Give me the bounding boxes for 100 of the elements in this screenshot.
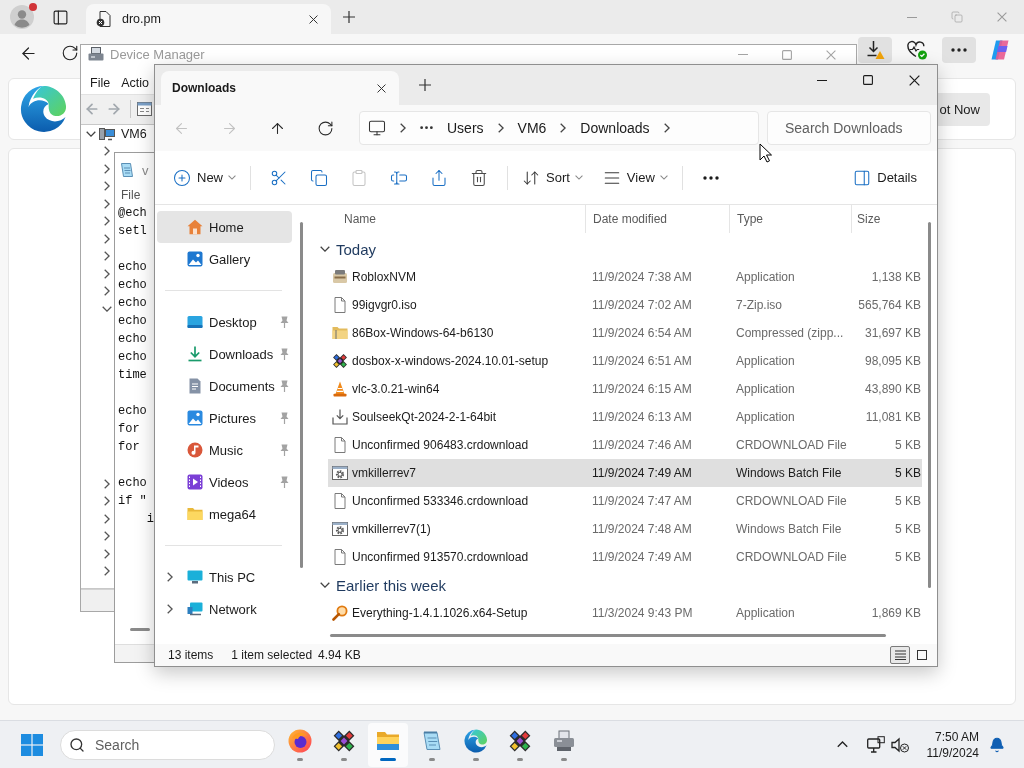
monitor-network-icon[interactable]: [866, 736, 885, 753]
music-note-icon: [187, 442, 203, 458]
breadcrumb-item[interactable]: Downloads: [580, 120, 650, 136]
chevron-right-icon[interactable]: [104, 566, 110, 577]
nav-item[interactable]: Pictures: [157, 402, 292, 434]
chevron-right-icon[interactable]: [104, 286, 110, 297]
column-header[interactable]: Type: [729, 205, 851, 233]
browser-tab[interactable]: dro.pm: [86, 4, 331, 34]
restore-icon: [950, 11, 963, 23]
chevron-right-icon[interactable]: [167, 572, 173, 582]
clock-time[interactable]: 7:50 AM: [934, 728, 979, 745]
printer-icon: [552, 728, 576, 753]
more-locations-button[interactable]: [420, 126, 433, 130]
column-header[interactable]: Size: [851, 205, 922, 233]
nav-item[interactable]: Network: [157, 593, 292, 625]
avatar-icon[interactable]: [10, 5, 34, 29]
clock-date[interactable]: 11/9/2024: [926, 744, 979, 761]
column-header[interactable]: Name: [328, 205, 585, 233]
chevron-right-icon[interactable]: [104, 163, 110, 174]
file-row[interactable]: vmkillerrev7 11/9/2024 7:49 AM Windows Batch File 5 KB: [328, 459, 922, 487]
file-row[interactable]: vlc-3.0.21-win64 11/9/2024 6:15 AM Application 43,890 KB: [328, 375, 922, 403]
menu-item[interactable]: Actio: [121, 76, 149, 90]
chevron-right-icon[interactable]: [663, 123, 670, 133]
window-grid-icon[interactable]: [137, 101, 152, 116]
chevron-right-icon[interactable]: [104, 531, 110, 542]
address-bar[interactable]: Users VM6 Downloads: [359, 111, 759, 145]
square-icon: [917, 650, 927, 660]
new-button[interactable]: New: [167, 160, 242, 195]
group-header[interactable]: Today: [307, 235, 377, 263]
chevron-right-icon[interactable]: [104, 513, 110, 524]
search-field[interactable]: Search Downloads: [767, 111, 931, 145]
scrollbar[interactable]: [130, 627, 150, 631]
file-row[interactable]: dosbox-x-windows-2024.10.01-setup 11/9/2024 6:51 AM Application 98,095 KB: [328, 347, 922, 375]
breadcrumb-item[interactable]: VM6: [517, 120, 547, 136]
nav-item[interactable]: Videos: [157, 466, 292, 498]
code-line: echo: [118, 295, 147, 312]
magnifier-icon: [332, 605, 348, 621]
menu-item[interactable]: File: [121, 188, 141, 202]
downloads-button[interactable]: [858, 37, 892, 63]
chevron-right-icon[interactable]: [104, 216, 110, 227]
file-size: 98,095 KB: [864, 354, 922, 368]
taskbar-app-button[interactable]: [368, 722, 408, 767]
menu-button[interactable]: [942, 37, 976, 63]
chevron-right-icon[interactable]: [104, 496, 110, 507]
promo-button[interactable]: ot Now: [938, 92, 990, 126]
file-size: 1,138 KB: [871, 270, 922, 284]
nav-item[interactable]: Downloads: [157, 338, 292, 370]
scrollbar[interactable]: [928, 222, 931, 588]
chevron-down-icon[interactable]: [102, 305, 112, 312]
chevron-right-icon[interactable]: [167, 604, 173, 614]
file-size: 31,697 KB: [864, 326, 922, 340]
chevron-right-icon[interactable]: [104, 181, 110, 192]
menu-item[interactable]: File: [90, 76, 111, 90]
file-row[interactable]: Everything-1.4.1.1026.x64-Setup 11/3/2024 9:43 PM Application 1,869 KB: [328, 599, 922, 627]
file-row[interactable]: Unconfirmed 533346.crdownload 11/9/2024 7:47 AM CRDOWNLOAD File 5 KB: [328, 487, 922, 515]
nav-item[interactable]: Home: [157, 211, 292, 243]
file-row[interactable]: Unconfirmed 913570.crdownload 11/9/2024 7:49 AM CRDOWNLOAD File 5 KB: [328, 543, 922, 571]
nav-item[interactable]: Gallery: [157, 243, 292, 275]
nav-item[interactable]: Documents: [157, 370, 292, 402]
group-header[interactable]: Earlier this week: [307, 571, 447, 599]
plus-circle-icon: [173, 168, 191, 187]
file-row[interactable]: 86Box-Windows-64-b6130 11/9/2024 6:54 AM Compressed (zipp... 31,697 KB: [328, 319, 922, 347]
view-button[interactable]: View: [596, 160, 674, 195]
column-header[interactable]: Date modified: [585, 205, 729, 233]
chevron-right-icon[interactable]: [104, 251, 110, 262]
file-row[interactable]: RobloxNVM 11/9/2024 7:38 AM Application 1,138 KB: [328, 263, 922, 291]
chevron-down-icon[interactable]: [86, 130, 96, 137]
details-button[interactable]: Details: [847, 160, 923, 195]
heart-pulse-icon: [907, 40, 927, 60]
nav-item[interactable]: Desktop: [157, 306, 292, 338]
file-size: 11,081 KB: [865, 410, 922, 424]
close-icon: [996, 12, 1007, 22]
breadcrumb-item[interactable]: Users: [447, 120, 484, 136]
file-row[interactable]: vmkillerrev7(1) 11/9/2024 7:48 AM Windows Batch File 5 KB: [328, 515, 922, 543]
chevron-right-icon[interactable]: [104, 268, 110, 279]
chevron-right-icon[interactable]: [104, 233, 110, 244]
chevron-right-icon[interactable]: [560, 123, 567, 133]
home-icon: [187, 219, 203, 235]
chevron-right-icon[interactable]: [400, 123, 406, 133]
details-view-button[interactable]: [890, 646, 910, 664]
chevron-right-icon[interactable]: [497, 123, 504, 133]
tree-item[interactable]: VM6: [121, 126, 147, 141]
speaker-muted-icon[interactable]: [890, 736, 909, 753]
file-row[interactable]: SoulseekQt-2024-2-1-64bit 11/9/2024 6:13 AM Application 11,081 KB: [328, 403, 922, 431]
file-row[interactable]: 99igvgr0.iso 11/9/2024 7:02 AM 7-Zip.iso 565,764 KB: [328, 291, 922, 319]
scrollbar[interactable]: [300, 222, 303, 568]
nav-item[interactable]: This PC: [157, 561, 292, 593]
chevron-right-icon[interactable]: [104, 548, 110, 559]
chevron-right-icon[interactable]: [104, 478, 110, 489]
search-field[interactable]: Search: [60, 729, 275, 760]
explorer-tab[interactable]: Downloads: [161, 71, 399, 105]
nav-item[interactable]: mega64: [157, 498, 292, 530]
chevron-right-icon[interactable]: [104, 146, 110, 157]
file-name: vlc-3.0.21-win64: [352, 382, 440, 396]
file-row[interactable]: Unconfirmed 906483.crdownload 11/9/2024 7:46 AM CRDOWNLOAD File 5 KB: [328, 431, 922, 459]
scrollbar[interactable]: [330, 634, 886, 637]
nav-item[interactable]: Music: [157, 434, 292, 466]
sidebar-panel-icon[interactable]: [52, 8, 69, 26]
sort-button[interactable]: Sort: [516, 160, 589, 195]
chevron-right-icon[interactable]: [104, 198, 110, 209]
